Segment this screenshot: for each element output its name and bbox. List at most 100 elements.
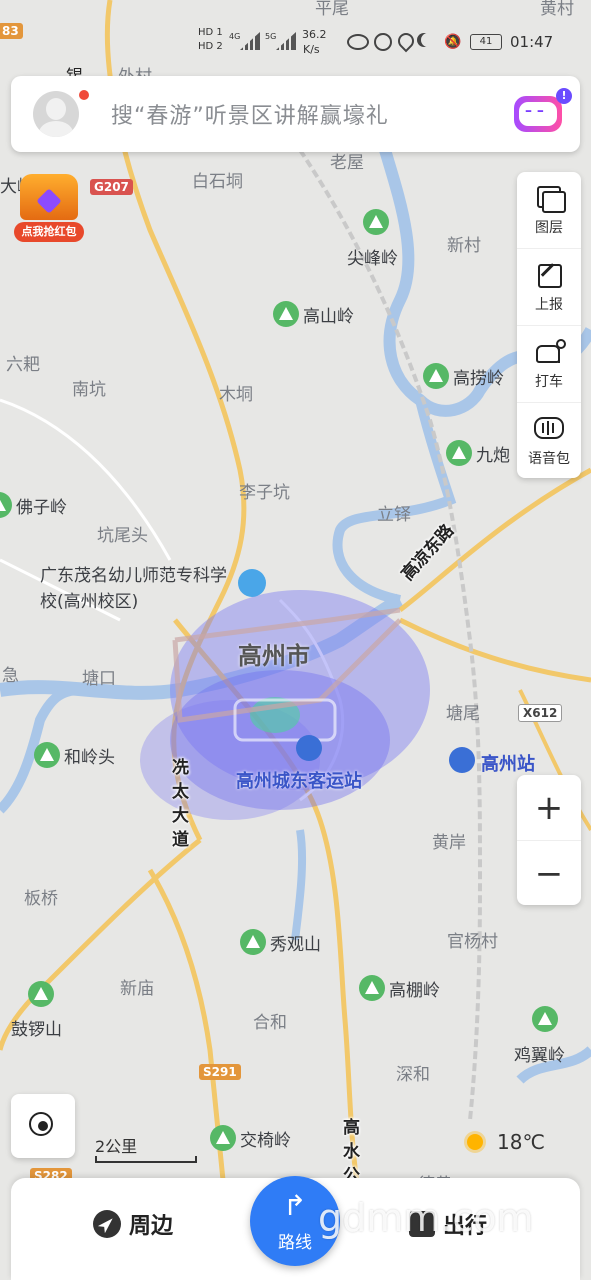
road-label-xiantai: 冼太大道: [172, 758, 189, 850]
battery-icon: 41: [470, 34, 502, 50]
school-label: 广东茂名幼儿师范专科学校(高州校区): [40, 566, 227, 612]
weather-temp: 18℃: [497, 1130, 545, 1154]
eye-icon: [347, 34, 369, 50]
map-label: 塘口: [82, 669, 116, 689]
network-1-label: 4G: [229, 32, 241, 41]
mountain-icon: [28, 981, 54, 1007]
map-label: 官杨村: [447, 932, 498, 952]
nearby-label: 周边: [129, 1214, 174, 1239]
route-arrow-icon: ↱: [283, 1189, 307, 1222]
shield-83: 83: [0, 23, 23, 39]
mountain-icon: [363, 209, 389, 235]
poi-label[interactable]: 鸡翼岭: [514, 1041, 565, 1066]
poi-label: 和岭头: [64, 747, 115, 768]
signal-1-icon: [240, 32, 260, 50]
poi-mountain[interactable]: 交椅岭: [210, 1125, 291, 1151]
mountain-icon: [273, 301, 299, 327]
poi-mountain[interactable]: 高棚岭: [359, 975, 440, 1001]
sun-icon: [467, 1134, 483, 1150]
poi-label: 交椅岭: [240, 1130, 291, 1151]
poi-label: 九炮: [476, 445, 510, 466]
mountain-icon: [359, 975, 385, 1001]
mountain-icon: [34, 742, 60, 768]
poi-mountain[interactable]: 高捞岭: [423, 363, 504, 389]
map-label: 六耙: [6, 355, 40, 375]
map-label: 合和: [253, 1013, 287, 1033]
poi-mountain[interactable]: 佛子岭: [0, 492, 67, 518]
locate-button[interactable]: [11, 1094, 75, 1158]
poi-mountain[interactable]: [363, 209, 393, 235]
mountain-icon: [0, 492, 12, 518]
sim2-label: HD 2: [198, 41, 223, 52]
city-label[interactable]: 高州市: [238, 636, 310, 671]
voice-pack-label: 语音包: [528, 451, 570, 467]
map-label: 新庙: [120, 979, 154, 999]
watermark-text: gdmm.com: [318, 1196, 534, 1240]
status-bar: HD 1 HD 2 4G 5G 36.2 K/s 🔕 41 01:47: [0, 0, 591, 58]
poi-mountain[interactable]: [532, 1006, 562, 1032]
zoom-out-button[interactable]: −: [517, 841, 581, 906]
map-label: 李子坑: [239, 483, 290, 503]
map-label: 立铎: [377, 505, 411, 525]
voice-pack-icon: [534, 414, 564, 444]
bus-station-label[interactable]: 高州城东客运站: [236, 767, 362, 793]
location-icon: [394, 29, 418, 53]
shield-g207: G207: [90, 179, 133, 195]
layers-button[interactable]: 图层: [517, 172, 581, 249]
nearby-button[interactable]: 周边: [93, 1208, 173, 1240]
poi-label: 佛子岭: [16, 497, 67, 518]
scale-label: 2公里: [95, 1137, 138, 1156]
map-label: 平尾: [315, 0, 349, 19]
zoom-in-button[interactable]: +: [517, 775, 581, 841]
poi-label: 秀观山: [270, 934, 321, 955]
compass-icon: [93, 1210, 121, 1238]
poi-mountain[interactable]: [28, 981, 58, 1007]
signal-2-icon: [276, 32, 296, 50]
poi-label[interactable]: 鼓锣山: [11, 1015, 62, 1040]
poi-mountain[interactable]: 和岭头: [34, 742, 115, 768]
assistant-badge: !: [556, 88, 572, 104]
layers-icon: [534, 183, 566, 213]
assistant-bot-icon[interactable]: [514, 96, 562, 132]
poi-label: 高捞岭: [453, 368, 504, 389]
taxi-icon: [534, 337, 566, 367]
map-label: 急: [2, 666, 19, 686]
red-packet-promo[interactable]: 点我抢红包: [14, 174, 84, 244]
train-station-label[interactable]: 高州站: [481, 750, 535, 776]
taxi-label: 打车: [535, 374, 563, 390]
search-placeholder[interactable]: 搜“春游”听景区讲解赢壕礼: [111, 98, 389, 130]
weather-widget[interactable]: 18℃: [467, 1130, 545, 1154]
layers-label: 图层: [535, 220, 563, 236]
voice-pack-button[interactable]: 语音包: [517, 403, 581, 479]
map-label: 黄村: [540, 0, 574, 19]
train-station-icon[interactable]: [449, 747, 475, 773]
mountain-icon: [210, 1125, 236, 1151]
report-button[interactable]: 上报: [517, 249, 581, 326]
network-2-label: 5G: [265, 32, 277, 41]
poi-mountain[interactable]: 秀观山: [240, 929, 321, 955]
poi-label: 高棚岭: [389, 980, 440, 1001]
school-icon[interactable]: [238, 569, 266, 597]
crosshair-dot: [38, 1121, 48, 1131]
mountain-icon: [423, 363, 449, 389]
poi-label[interactable]: 尖峰岭: [347, 244, 398, 269]
map-label: 板桥: [24, 889, 58, 909]
poi-mountain[interactable]: 九炮: [446, 440, 510, 466]
report-edit-icon: [534, 260, 564, 290]
school-poi[interactable]: 广东茂名幼儿师范专科学校(高州校区): [40, 563, 240, 615]
speed-value: 36.2: [302, 28, 327, 41]
shield-s291: S291: [199, 1064, 241, 1080]
report-label: 上报: [535, 297, 563, 313]
search-bar[interactable]: 搜“春游”听景区讲解赢壕礼 !: [11, 76, 580, 152]
speed-unit: K/s: [303, 43, 320, 56]
taxi-button[interactable]: 打车: [517, 326, 581, 403]
poi-mountain[interactable]: 高山岭: [273, 301, 354, 327]
avatar[interactable]: [33, 91, 79, 137]
map-label: 坑尾头: [97, 526, 148, 546]
bus-station-icon[interactable]: [296, 735, 322, 761]
map-label: 白石垌: [192, 172, 243, 192]
notification-dot: [79, 90, 89, 100]
map-label: 新村: [447, 236, 481, 256]
promo-label: 点我抢红包: [14, 222, 84, 242]
shield-x612: X612: [518, 704, 563, 722]
